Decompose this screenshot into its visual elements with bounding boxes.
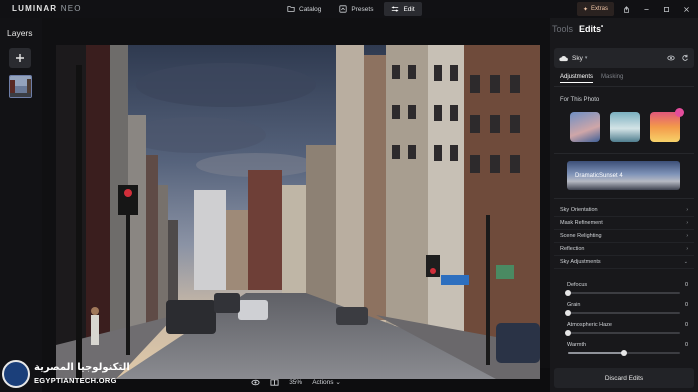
add-layer-button[interactable] [9, 48, 31, 68]
layers-title: Layers [7, 28, 33, 38]
watermark-logo [2, 360, 30, 388]
app-logo: LUMINAR NEO [12, 4, 82, 13]
slider-grain[interactable]: Grain 0 [554, 300, 694, 320]
layer-thumbnail[interactable] [9, 75, 32, 98]
watermark-english: EGYPTIANTECH.ORG [34, 376, 117, 385]
divider [554, 198, 694, 199]
chevron-right-icon: › [686, 220, 688, 226]
section-mask-refinement[interactable]: Mask Refinement › [554, 217, 694, 230]
tab-tools[interactable]: Tools [552, 24, 573, 34]
share-button[interactable] [618, 2, 634, 16]
canvas-area [42, 18, 550, 379]
watermark-arabic: التكنولوجيا المصرية [34, 362, 130, 373]
zoom-level[interactable]: 35% [289, 379, 302, 386]
sky-subtabs: Adjustments Masking [560, 74, 623, 83]
divider [554, 153, 694, 154]
slider-atmospheric-haze[interactable]: Atmospheric Haze 0 [554, 320, 694, 340]
sky-adjustment-sliders: Defocus 0 Grain 0 Atmospheric Haze 0 War… [554, 280, 694, 360]
share-icon [623, 5, 629, 13]
edit-panel: Tools Edits• Sky ▾ Adjustments Masking F… [550, 18, 698, 392]
slider-thumb[interactable] [565, 290, 571, 296]
pro-badge [675, 108, 684, 117]
extras-button[interactable]: ✦ Extras [576, 2, 614, 16]
sky-sections: Sky Orientation › Mask Refinement › Scene … [554, 204, 694, 269]
minimize-button[interactable] [638, 2, 654, 16]
tab-edits[interactable]: Edits• [579, 24, 603, 34]
chevron-down-icon: ⌄ [683, 259, 688, 265]
mode-edit-button[interactable]: Edit [384, 2, 422, 16]
cloud-icon [559, 55, 568, 61]
maximize-button[interactable] [658, 2, 674, 16]
compare-icon[interactable] [270, 378, 279, 387]
presets-icon [339, 5, 348, 13]
layer-thumbnail-image [10, 76, 31, 97]
maximize-icon [663, 6, 669, 12]
chevron-right-icon: › [686, 246, 688, 252]
sky-tool-header[interactable]: Sky ▾ [554, 48, 694, 68]
sky-presets [570, 108, 684, 142]
reset-icon[interactable] [681, 54, 689, 62]
discard-edits-button[interactable]: Discard Edits [554, 368, 694, 388]
section-scene-relighting[interactable]: Scene Relighting › [554, 230, 694, 243]
mode-catalog-button[interactable]: Catalog [280, 2, 328, 16]
sky-preset-thumb[interactable] [570, 112, 600, 142]
for-this-photo-label: For This Photo [560, 97, 600, 103]
divider [554, 86, 694, 87]
slider-warmth[interactable]: Warmth 0 [554, 340, 694, 360]
layers-panel: Layers [0, 18, 42, 392]
close-button[interactable] [678, 2, 694, 16]
minimize-icon [643, 8, 649, 10]
eye-icon[interactable] [251, 378, 260, 387]
slider-thumb[interactable] [565, 310, 571, 316]
watermark: التكنولوجيا المصرية EGYPTIANTECH.ORG [0, 358, 140, 392]
slider-thumb[interactable] [621, 350, 627, 356]
eye-icon[interactable] [667, 54, 675, 62]
section-reflection[interactable]: Reflection › [554, 243, 694, 256]
sky-preset-thumb[interactable] [610, 112, 640, 142]
chevron-down-icon: ▾ [584, 55, 588, 61]
folder-icon [287, 6, 295, 12]
mode-presets-button[interactable]: Presets [332, 2, 380, 16]
plus-icon [16, 54, 24, 62]
actions-menu[interactable]: Actions ⌄ [312, 378, 341, 386]
street-photo [56, 45, 540, 379]
slider-thumb[interactable] [565, 330, 571, 336]
selected-sky-banner[interactable]: DramaticSunset 4 [567, 161, 680, 190]
sparkle-icon: ✦ [582, 6, 588, 13]
sliders-icon [392, 6, 399, 12]
close-icon [683, 6, 689, 12]
sky-tool-name: Sky [572, 54, 583, 62]
top-bar: LUMINAR NEO Catalog Presets Edit ✦ Extra… [0, 0, 698, 18]
panel-tabs: Tools Edits• [552, 24, 603, 34]
selected-sky-name: DramaticSunset 4 [575, 173, 623, 179]
subtab-masking[interactable]: Masking [601, 74, 623, 83]
photo-canvas[interactable] [56, 45, 540, 379]
section-sky-orientation[interactable]: Sky Orientation › [554, 204, 694, 217]
slider-defocus[interactable]: Defocus 0 [554, 280, 694, 300]
chevron-right-icon: › [686, 207, 688, 213]
mode-switcher: Catalog Presets Edit [280, 2, 422, 16]
subtab-adjustments[interactable]: Adjustments [560, 74, 594, 83]
chevron-right-icon: › [686, 233, 688, 239]
sky-preset-thumb[interactable] [650, 108, 684, 142]
section-sky-adjustments[interactable]: Sky Adjustments ⌄ [554, 256, 694, 269]
